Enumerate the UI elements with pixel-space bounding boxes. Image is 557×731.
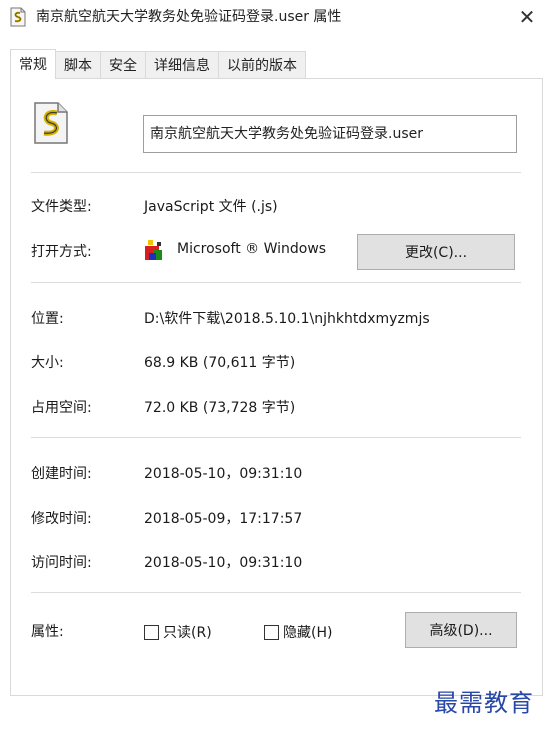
script-file-icon	[10, 7, 26, 27]
file-type-value: JavaScript 文件 (.js)	[144, 199, 278, 215]
script-file-icon	[34, 102, 68, 144]
open-with-value: Microsoft ® Windows	[177, 241, 327, 257]
attributes-label: 属性:	[31, 624, 64, 640]
windows-script-host-icon	[145, 240, 162, 260]
readonly-checkbox[interactable]: 只读(R)	[144, 622, 212, 642]
tab-previous-versions[interactable]: 以前的版本	[218, 51, 306, 79]
separator	[31, 592, 521, 593]
location-value: D:\软件下载\2018.5.10.1\njhkhtdxmyzmjs	[144, 311, 430, 327]
location-label: 位置:	[31, 311, 64, 327]
hidden-checkbox-box[interactable]	[264, 624, 279, 640]
modified-label: 修改时间:	[31, 511, 92, 527]
created-value: 2018-05-10，09:31:10	[144, 466, 303, 482]
accessed-label: 访问时间:	[31, 555, 92, 571]
tab-script[interactable]: 脚本	[55, 51, 101, 79]
separator	[31, 437, 521, 438]
size-on-disk-label: 占用空间:	[31, 400, 92, 416]
hidden-label: 隐藏(H)	[283, 625, 333, 641]
created-label: 创建时间:	[31, 466, 92, 482]
change-button[interactable]: 更改(C)...	[357, 234, 515, 270]
close-icon: ✕	[518, 5, 536, 29]
tab-general[interactable]: 常规	[10, 49, 56, 79]
window-title: 南京航空航天大学教务处免验证码登录.user 属性	[36, 9, 342, 25]
general-panel: 南京航空航天大学教务处免验证码登录.user 文件类型: JavaScript …	[10, 78, 543, 696]
readonly-checkbox-box[interactable]	[144, 624, 159, 640]
separator	[31, 172, 521, 173]
hidden-checkbox[interactable]: 隐藏(H)	[264, 622, 332, 642]
size-label: 大小:	[31, 355, 64, 371]
accessed-value: 2018-05-10，09:31:10	[144, 555, 303, 571]
size-on-disk-value: 72.0 KB (73,728 字节)	[144, 400, 296, 416]
file-type-label: 文件类型:	[31, 199, 92, 215]
tab-details[interactable]: 详细信息	[145, 51, 219, 79]
tab-security[interactable]: 安全	[100, 51, 146, 79]
size-value: 68.9 KB (70,611 字节)	[144, 355, 296, 371]
separator	[31, 282, 521, 283]
modified-value: 2018-05-09，17:17:57	[144, 511, 303, 527]
close-button[interactable]: ✕	[510, 2, 544, 32]
readonly-label: 只读(R)	[163, 625, 212, 641]
advanced-button[interactable]: 高级(D)...	[405, 612, 517, 648]
properties-window: 南京航空航天大学教务处免验证码登录.user 属性 ✕ 常规 脚本 安全 详细信…	[0, 0, 557, 731]
tab-strip: 常规 脚本 安全 详细信息 以前的版本	[10, 49, 306, 79]
open-with-label: 打开方式:	[31, 244, 92, 260]
watermark-text: 最需教育	[434, 689, 534, 717]
title-bar[interactable]: 南京航空航天大学教务处免验证码登录.user 属性 ✕	[0, 0, 557, 36]
filename-field[interactable]: 南京航空航天大学教务处免验证码登录.user	[143, 115, 517, 153]
